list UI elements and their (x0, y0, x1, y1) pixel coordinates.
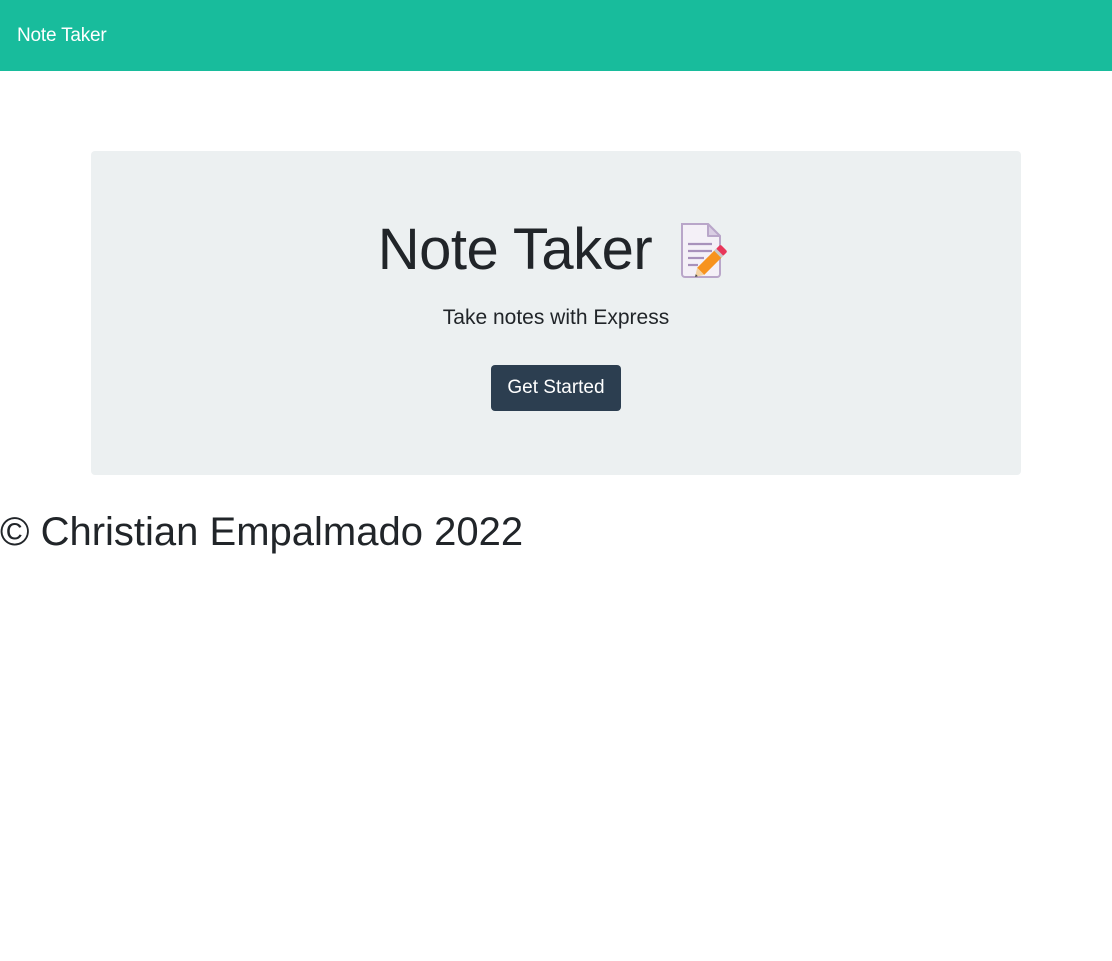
navbar-brand-link[interactable]: Note Taker (17, 25, 107, 47)
memo-icon (676, 220, 734, 280)
hero-title: Note Taker (377, 217, 653, 282)
top-navbar: Note Taker (0, 0, 1112, 71)
footer-copyright: © Christian Empalmado 2022 (0, 510, 524, 554)
get-started-button[interactable]: Get Started (491, 365, 621, 411)
hero-subtitle: Take notes with Express (442, 306, 670, 329)
hero-jumbotron: Note Taker Take notes with Express Get S… (91, 151, 1021, 475)
hero-title-row: Note Taker (91, 215, 1021, 285)
